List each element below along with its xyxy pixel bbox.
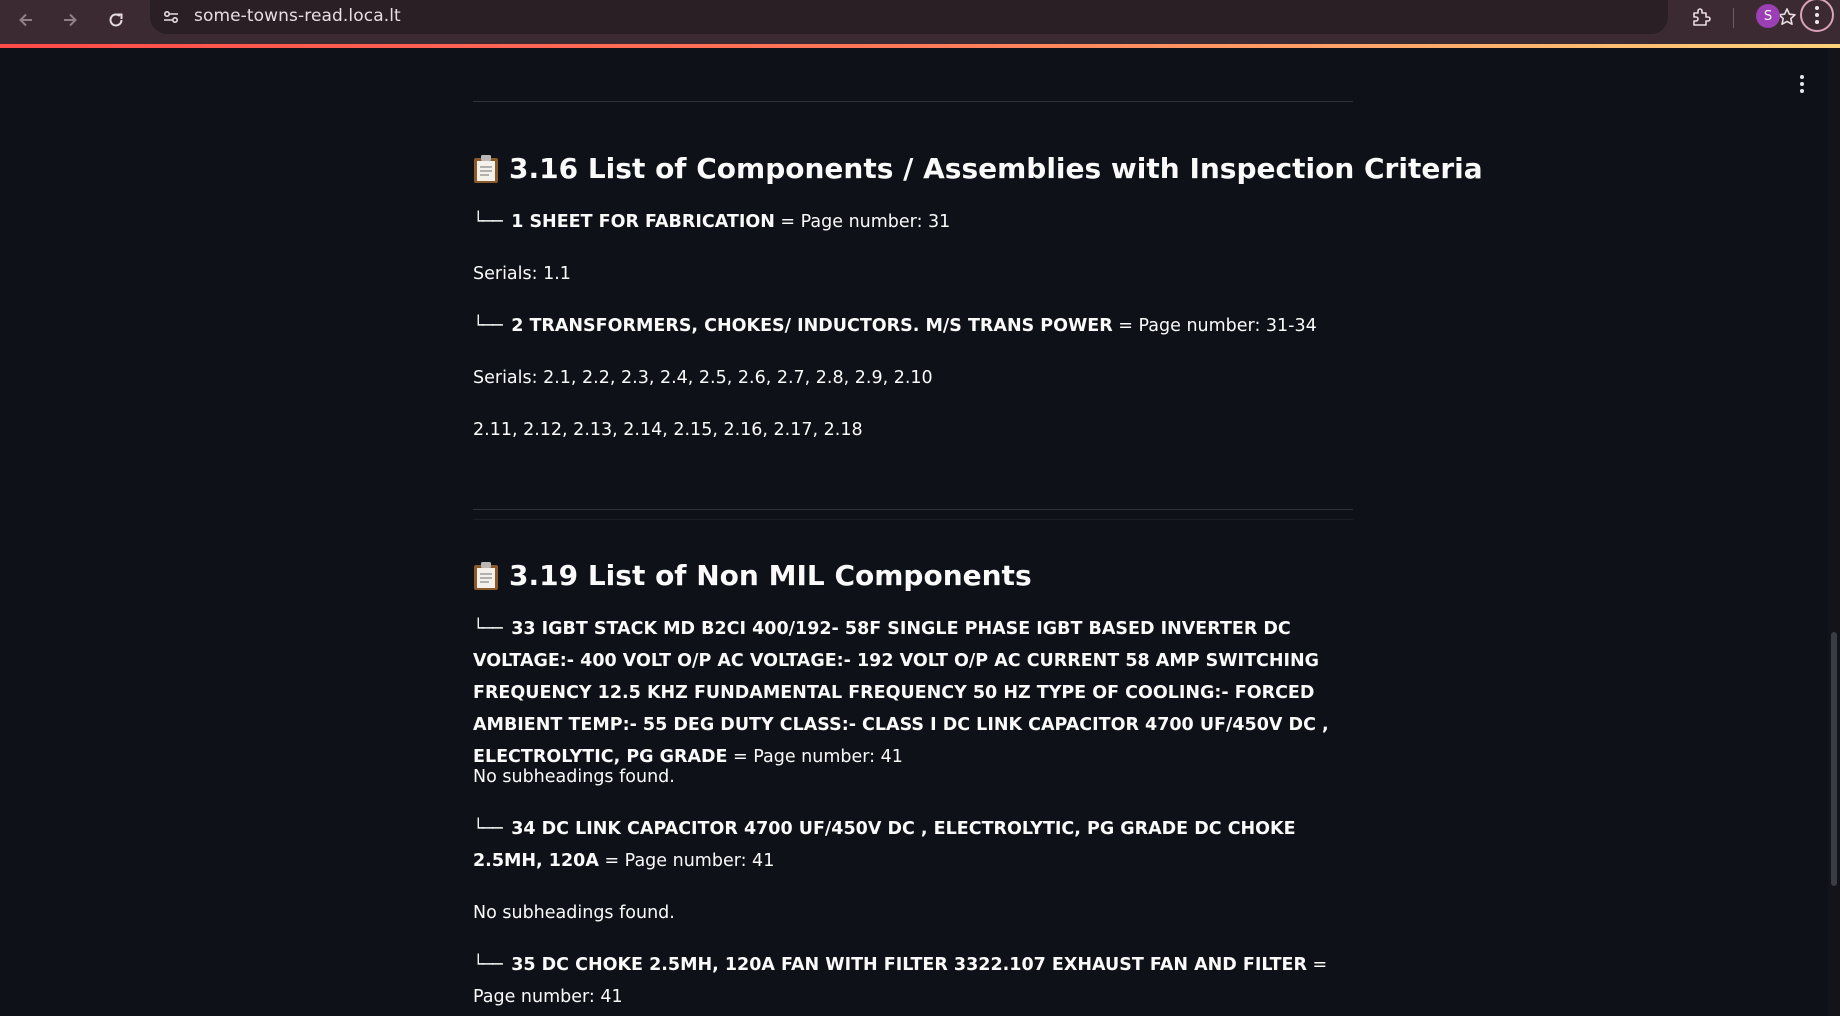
site-settings-icon[interactable] <box>160 6 182 28</box>
forward-button[interactable] <box>54 4 86 36</box>
clipboard-icon <box>473 154 499 184</box>
more-vertical-icon <box>1800 75 1804 93</box>
item-name: 34 DC LINK CAPACITOR 4700 UF/450V DC , E… <box>473 819 1296 871</box>
section-heading: 3.16 List of Components / Assemblies wit… <box>473 152 1483 185</box>
app-main-menu-button[interactable] <box>1790 72 1814 96</box>
no-subheadings-text: No subheadings found. <box>473 767 675 787</box>
serials-text: Serials: 1.1 <box>473 264 571 284</box>
profile-avatar[interactable]: S <box>1756 4 1780 28</box>
browser-menu-button[interactable] <box>1800 0 1834 32</box>
serials-text: Serials: 2.1, 2.2, 2.3, 2.4, 2.5, 2.6, 2… <box>473 368 933 388</box>
item-name: 35 DC CHOKE 2.5MH, 120A FAN WITH FILTER … <box>511 955 1307 975</box>
tree-branch: └── <box>473 212 503 232</box>
address-bar[interactable]: some-towns-read.loca.lt <box>150 0 1796 34</box>
page-number: = Page number: 31-34 <box>1112 316 1317 336</box>
item-name: 1 SHEET FOR FABRICATION <box>511 212 775 232</box>
tree-branch: └── <box>473 316 503 336</box>
section-title: 3.16 List of Components / Assemblies wit… <box>509 152 1483 185</box>
url-text[interactable]: some-towns-read.loca.lt <box>194 6 401 26</box>
divider <box>473 519 1353 520</box>
main-content: 3.16 List of Components / Assemblies wit… <box>473 48 1483 1016</box>
arrow-right-icon <box>64 13 77 27</box>
reload-icon <box>109 13 123 27</box>
section-heading: 3.19 List of Non MIL Components <box>473 559 1032 592</box>
extensions-puzzle-icon[interactable] <box>1686 2 1716 32</box>
page-number: = Page number: 31 <box>774 212 951 232</box>
list-item: └── 1 SHEET FOR FABRICATION = Page numbe… <box>473 206 1353 238</box>
tree-branch: └── <box>473 955 503 975</box>
no-subheadings-text: No subheadings found. <box>473 903 675 923</box>
section-title: 3.19 List of Non MIL Components <box>509 559 1032 592</box>
item-name: 33 IGBT STACK MD B2CI 400/192- 58F SINGL… <box>473 619 1329 767</box>
browser-toolbar: some-towns-read.loca.lt S <box>0 0 1840 44</box>
back-button[interactable] <box>10 4 42 36</box>
list-item: └── 33 IGBT STACK MD B2CI 400/192- 58F S… <box>473 613 1353 773</box>
item-name: 2 TRANSFORMERS, CHOKES/ INDUCTORS. M/S T… <box>511 316 1113 336</box>
tree-branch: └── <box>473 819 503 839</box>
clipboard-icon <box>473 561 499 591</box>
list-item: └── 2 TRANSFORMERS, CHOKES/ INDUCTORS. M… <box>473 310 1353 342</box>
toolbar-divider <box>1733 8 1734 28</box>
reload-button[interactable] <box>100 4 132 36</box>
arrow-left-icon <box>19 13 32 27</box>
list-item: └── 34 DC LINK CAPACITOR 4700 UF/450V DC… <box>473 813 1353 877</box>
tree-branch: └── <box>473 619 503 639</box>
scrollbar-thumb[interactable] <box>1831 632 1837 886</box>
divider <box>473 101 1353 102</box>
divider <box>473 509 1353 510</box>
serials-text: 2.11, 2.12, 2.13, 2.14, 2.15, 2.16, 2.17… <box>473 420 863 440</box>
more-vertical-icon <box>1815 6 1819 24</box>
list-item: └── 35 DC CHOKE 2.5MH, 120A FAN WITH FIL… <box>473 949 1353 1013</box>
page-number: = Page number: 41 <box>598 851 775 871</box>
